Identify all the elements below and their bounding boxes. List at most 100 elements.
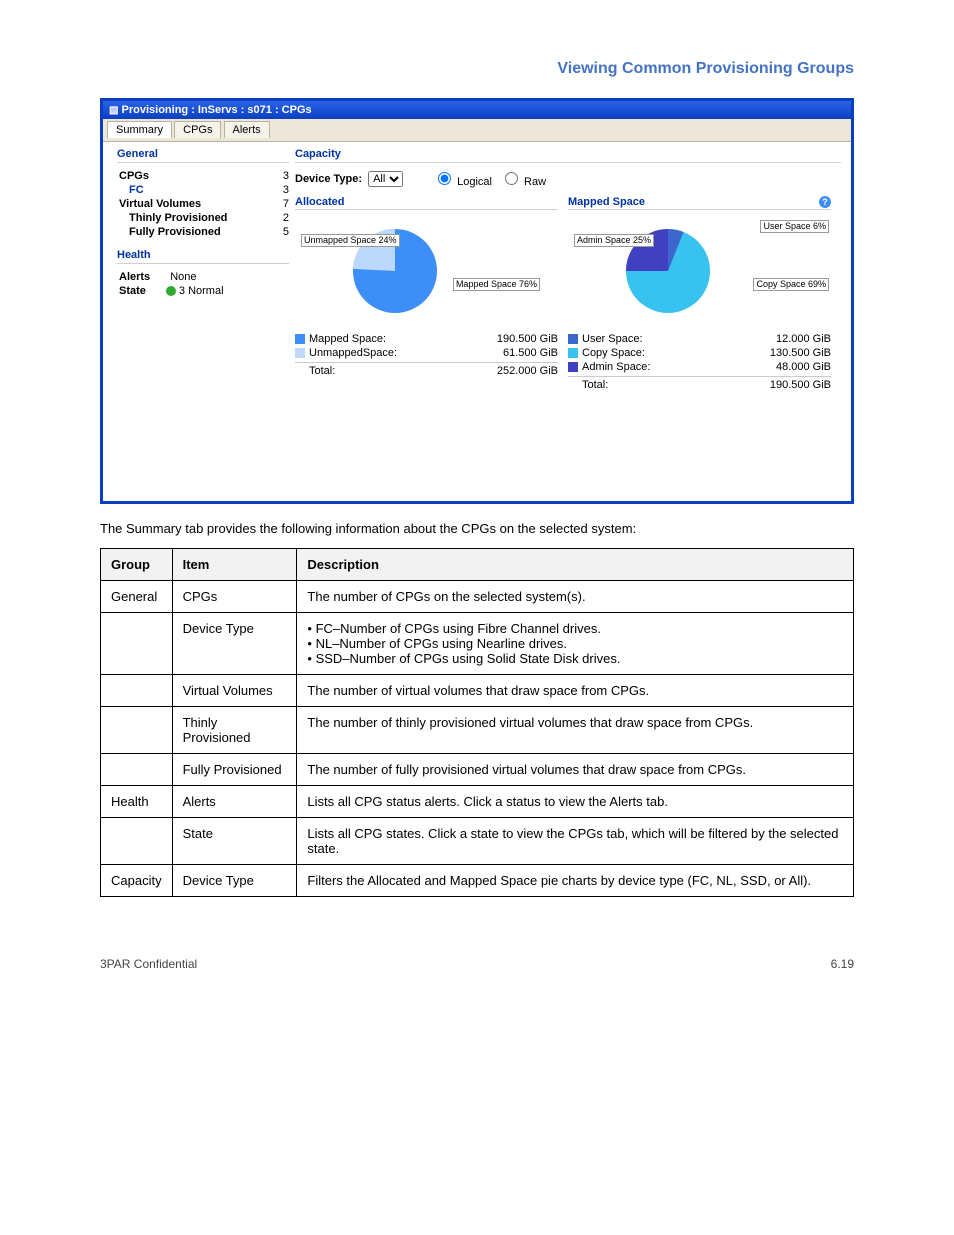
table-row: Device Type• FC–Number of CPGs using Fib… <box>101 612 854 674</box>
cell-group <box>101 612 173 674</box>
page-title: Viewing Common Provisioning Groups <box>100 60 854 78</box>
radio-raw-input[interactable] <box>505 172 518 185</box>
state-value: 3 Normal <box>146 285 289 297</box>
window-title-text: Provisioning : InServs : s071 : CPGs <box>122 104 312 116</box>
callout-unmapped: Unmapped Space 24% <box>301 234 400 247</box>
table-row: Virtual VolumesThe number of virtual vol… <box>101 674 854 706</box>
status-dot-icon <box>166 286 176 296</box>
th-item: Item <box>172 548 297 580</box>
general-val: 3 <box>269 184 289 196</box>
legend-row: User Space: 12.000 GiB <box>568 332 831 346</box>
cell-desc: Filters the Allocated and Mapped Space p… <box>297 864 854 896</box>
cell-group <box>101 817 173 864</box>
cell-desc: • FC–Number of CPGs using Fibre Channel … <box>297 612 854 674</box>
general-row: CPGs 3 <box>117 169 289 183</box>
swatch-icon <box>568 334 578 344</box>
general-val: 5 <box>269 226 289 238</box>
th-desc: Description <box>297 548 854 580</box>
general-row: Fully Provisioned 5 <box>117 225 289 239</box>
general-key: Virtual Volumes <box>119 198 201 210</box>
radio-raw[interactable]: Raw <box>500 169 546 188</box>
state-label: State <box>119 285 146 297</box>
legend-total: Total: 252.000 GiB <box>295 362 558 378</box>
radio-logical-input[interactable] <box>438 172 451 185</box>
general-val: 2 <box>269 212 289 224</box>
general-val: 7 <box>269 198 289 210</box>
radio-logical[interactable]: Logical <box>433 169 492 188</box>
cell-group: Health <box>101 785 173 817</box>
general-row: Thinly Provisioned 2 <box>117 211 289 225</box>
allocated-legend: Mapped Space: 190.500 GiB UnmappedSpace:… <box>295 332 558 378</box>
swatch-icon <box>568 348 578 358</box>
cell-item: Virtual Volumes <box>172 674 297 706</box>
cell-group: Capacity <box>101 864 173 896</box>
legend-row: Mapped Space: 190.500 GiB <box>295 332 558 346</box>
alerts-value: None <box>150 271 289 283</box>
general-row[interactable]: FC 3 <box>117 183 289 197</box>
callout-copy: Copy Space 69% <box>753 278 829 291</box>
health-heading: Health <box>117 249 289 264</box>
callout-mapped: Mapped Space 76% <box>453 278 540 291</box>
radio-raw-label: Raw <box>524 176 546 188</box>
footer-left: 3PAR Confidential <box>100 957 197 971</box>
cell-item: CPGs <box>172 580 297 612</box>
allocated-heading: Allocated <box>295 196 558 210</box>
cell-desc: The number of thinly provisioned virtual… <box>297 706 854 753</box>
table-row: CapacityDevice TypeFilters the Allocated… <box>101 864 854 896</box>
cell-item: State <box>172 817 297 864</box>
mapped-legend: User Space: 12.000 GiB Copy Space: 130.5… <box>568 332 831 392</box>
cell-item: Device Type <box>172 864 297 896</box>
footer-right: 6.19 <box>831 957 854 971</box>
legend-row: UnmappedSpace: 61.500 GiB <box>295 346 558 360</box>
device-type-label: Device Type: <box>295 173 362 185</box>
capacity-heading: Capacity <box>295 148 841 163</box>
callout-admin: Admin Space 25% <box>574 234 654 247</box>
legend-row: Copy Space: 130.500 GiB <box>568 346 831 360</box>
radio-logical-label: Logical <box>457 176 492 188</box>
general-val: 3 <box>269 170 289 182</box>
legend-total: Total: 190.500 GiB <box>568 376 831 392</box>
health-state-row[interactable]: State 3 Normal <box>117 284 289 298</box>
callout-user: User Space 6% <box>760 220 829 233</box>
table-row: StateLists all CPG states. Click a state… <box>101 817 854 864</box>
alerts-label: Alerts <box>119 271 150 283</box>
mapped-pie-icon <box>568 216 788 326</box>
table-row: Fully ProvisionedThe number of fully pro… <box>101 753 854 785</box>
cell-item: Device Type <box>172 612 297 674</box>
mapped-chart: Mapped Space ? Admin Spac <box>568 196 841 392</box>
allocated-chart: Allocated Unmapped Space 24% Mapped Spac… <box>295 196 568 392</box>
cell-group: General <box>101 580 173 612</box>
tab-summary[interactable]: Summary <box>107 121 172 138</box>
mapped-heading: Mapped Space ? <box>568 196 831 210</box>
general-key: FC <box>119 184 144 196</box>
page-footer: 3PAR Confidential 6.19 <box>100 957 854 971</box>
general-row: Virtual Volumes 7 <box>117 197 289 211</box>
general-key: Fully Provisioned <box>119 226 221 238</box>
tab-cpgs[interactable]: CPGs <box>174 121 221 138</box>
general-key: Thinly Provisioned <box>119 212 227 224</box>
health-alerts-row: Alerts None <box>117 270 289 284</box>
tabbar: Summary CPGs Alerts <box>103 119 851 142</box>
cell-item: Fully Provisioned <box>172 753 297 785</box>
table-row: Thinly ProvisionedThe number of thinly p… <box>101 706 854 753</box>
cell-item: Alerts <box>172 785 297 817</box>
cell-desc: The number of virtual volumes that draw … <box>297 674 854 706</box>
table-row: HealthAlertsLists all CPG status alerts.… <box>101 785 854 817</box>
swatch-icon <box>295 348 305 358</box>
description-table: Group Item Description GeneralCPGsThe nu… <box>100 548 854 897</box>
cell-item: Thinly Provisioned <box>172 706 297 753</box>
cell-group <box>101 706 173 753</box>
table-row: GeneralCPGsThe number of CPGs on the sel… <box>101 580 854 612</box>
tab-alerts[interactable]: Alerts <box>224 121 270 138</box>
cell-desc: Lists all CPG status alerts. Click a sta… <box>297 785 854 817</box>
device-type-select[interactable]: All <box>368 171 403 187</box>
cell-desc: The number of CPGs on the selected syste… <box>297 580 854 612</box>
cell-group <box>101 753 173 785</box>
allocated-pie-icon <box>295 216 515 326</box>
legend-row: Admin Space: 48.000 GiB <box>568 360 831 374</box>
general-heading: General <box>117 148 289 163</box>
help-icon[interactable]: ? <box>819 196 831 208</box>
intro-paragraph: The Summary tab provides the following i… <box>100 520 854 538</box>
cell-group <box>101 674 173 706</box>
th-group: Group <box>101 548 173 580</box>
